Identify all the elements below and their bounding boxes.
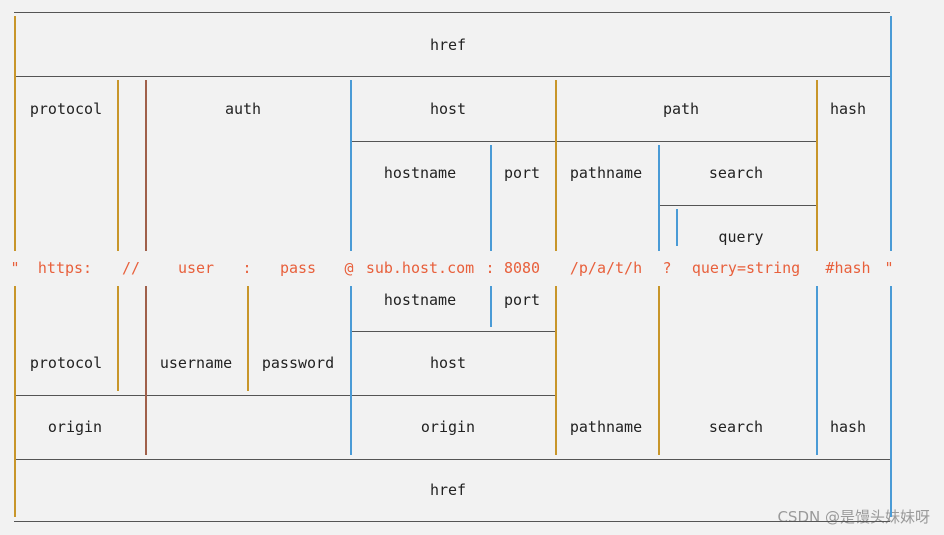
divider-bar [350, 80, 352, 251]
label-origin: origin [420, 418, 476, 436]
divider-bar [490, 145, 492, 251]
label-port: port [503, 164, 541, 182]
divider-bar [117, 80, 119, 251]
divider-bar [890, 16, 892, 251]
label-hash: hash [829, 418, 867, 436]
label-hostname: hostname [383, 164, 457, 182]
url-part: pass [279, 259, 317, 277]
url-part: query=string [691, 259, 801, 277]
label-auth: auth [224, 100, 262, 118]
label-protocol: protocol [29, 100, 103, 118]
url-part: /p/a/t/h [569, 259, 643, 277]
url-part: user [177, 259, 215, 277]
label-username: username [159, 354, 233, 372]
url-part: : [242, 259, 252, 277]
divider-bar [247, 286, 249, 391]
divider-line [14, 521, 890, 522]
label-port: port [503, 291, 541, 309]
divider-bar [890, 286, 892, 517]
url-part: ? [662, 259, 672, 277]
label-pathname: pathname [569, 418, 643, 436]
label-host: host [429, 100, 467, 118]
label-query: query [718, 228, 764, 246]
divider-line [14, 459, 890, 460]
label-hostname: hostname [383, 291, 457, 309]
divider-bar [658, 145, 660, 251]
url-part: sub.host.com [365, 259, 475, 277]
divider-line [658, 205, 816, 206]
divider-bar [117, 286, 119, 391]
divider-bar [145, 286, 147, 455]
label-password: password [261, 354, 335, 372]
divider-bar [350, 286, 352, 455]
url-part: " [884, 259, 894, 277]
divider-bar [658, 286, 660, 455]
label-search: search [708, 418, 764, 436]
divider-bar [676, 209, 678, 246]
label-origin: origin [47, 418, 103, 436]
url-part: " [10, 259, 20, 277]
url-part: : [485, 259, 495, 277]
url-part: // [121, 259, 141, 277]
divider-bar [555, 80, 557, 251]
url-structure-diagram: CSDN @是馒头妹妹呀 href protocol auth host path has… [0, 0, 944, 535]
url-part: @ [344, 259, 354, 277]
divider-line [14, 12, 890, 13]
divider-line [14, 76, 890, 77]
url-part: #hash [825, 259, 871, 277]
divider-line [14, 395, 555, 396]
divider-line [350, 141, 816, 142]
label-host: host [429, 354, 467, 372]
divider-line [350, 331, 555, 332]
label-href: href [429, 481, 467, 499]
divider-bar [145, 80, 147, 251]
divider-bar [14, 16, 16, 251]
label-pathname: pathname [569, 164, 643, 182]
label-path: path [662, 100, 700, 118]
divider-bar [816, 80, 818, 251]
label-protocol: protocol [29, 354, 103, 372]
divider-bar [555, 286, 557, 455]
divider-bar [14, 286, 16, 517]
divider-bar [816, 286, 818, 455]
label-hash: hash [829, 100, 867, 118]
url-part: https: [37, 259, 93, 277]
watermark: CSDN @是馒头妹妹呀 [777, 508, 930, 526]
divider-bar [490, 286, 492, 327]
label-href: href [429, 36, 467, 54]
url-part: 8080 [503, 259, 541, 277]
label-search: search [708, 164, 764, 182]
